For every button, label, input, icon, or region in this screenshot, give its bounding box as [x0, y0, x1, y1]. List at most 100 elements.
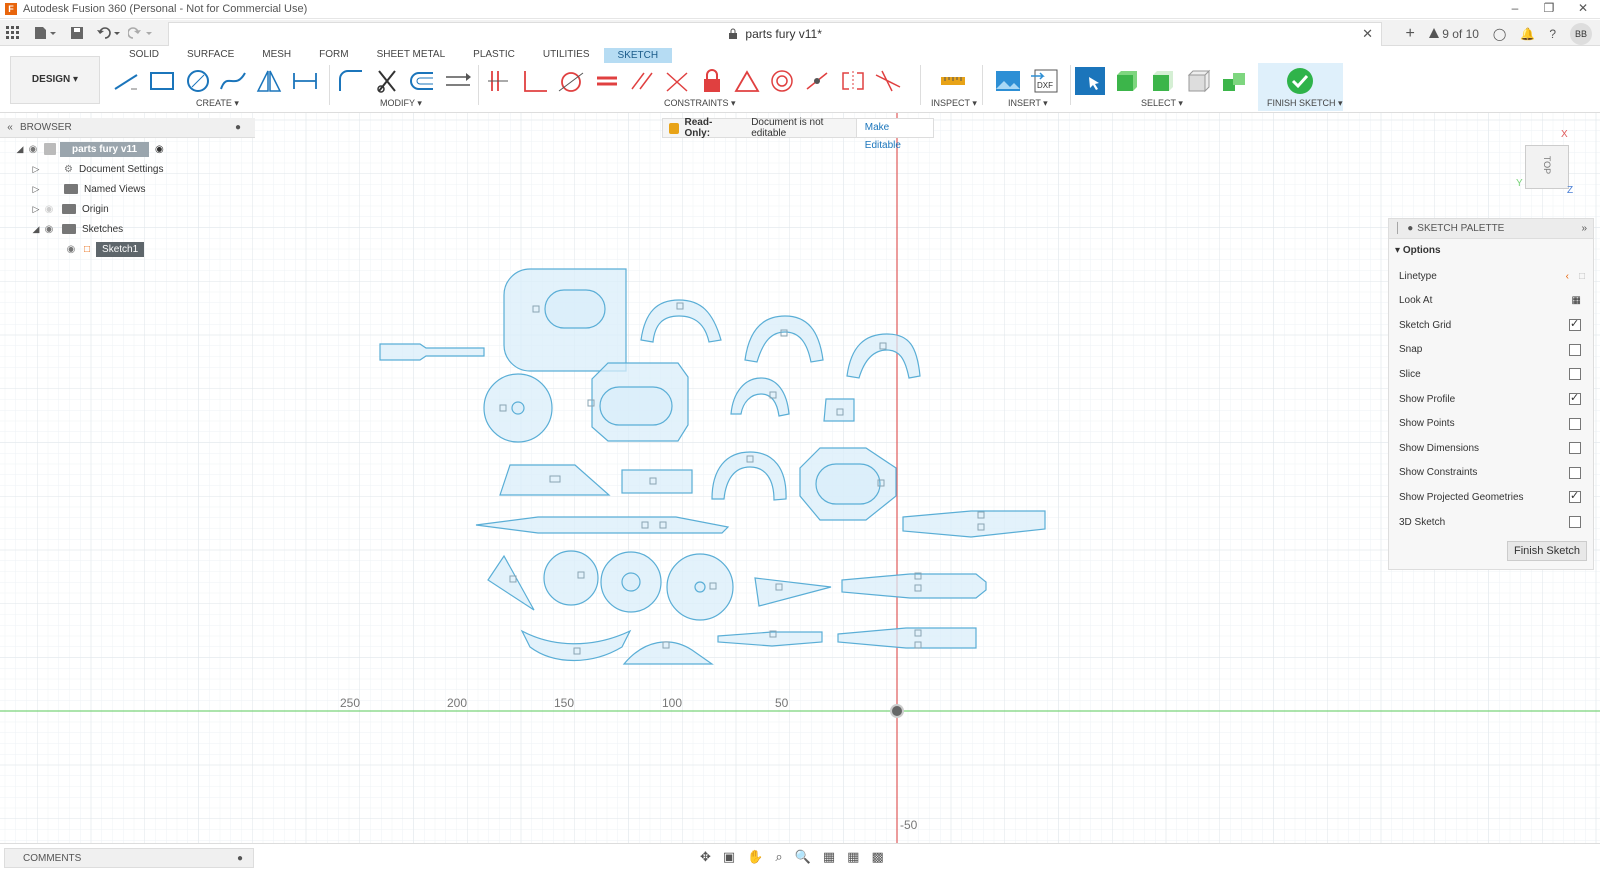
palette-options-section[interactable]: ▾ Options	[1389, 239, 1593, 262]
insert-menu[interactable]: INSERT ▾	[1008, 98, 1048, 109]
document-tab[interactable]: parts fury v11* ✕	[168, 22, 1382, 46]
equal-constraint-icon[interactable]	[592, 67, 622, 95]
tab-sketch[interactable]: SKETCH	[603, 48, 673, 63]
extensions-icon[interactable]: ◯	[1493, 27, 1506, 41]
line-tool-icon[interactable]	[112, 67, 142, 95]
palette-drag-handle-icon[interactable]: │	[1395, 223, 1401, 234]
viewports-icon[interactable]: ▩	[871, 849, 883, 865]
avatar[interactable]: BB	[1570, 23, 1592, 45]
expand-triangle-icon[interactable]: ▷	[30, 184, 42, 195]
offset-tool-icon[interactable]	[408, 67, 438, 95]
collinear-constraint-icon[interactable]	[802, 67, 832, 95]
select-menu[interactable]: SELECT ▾	[1141, 98, 1183, 109]
comments-add-icon[interactable]: ●	[237, 853, 243, 864]
midpoint-constraint-icon[interactable]	[732, 67, 762, 95]
notifications-icon[interactable]: 🔔	[1520, 27, 1535, 41]
palette-option-show-dimensions[interactable]: Show Dimensions	[1399, 439, 1585, 457]
close-window-button[interactable]: ✕	[1566, 0, 1600, 19]
insert-dxf-icon[interactable]: DXF	[1030, 67, 1060, 95]
orbit-icon[interactable]: ✥	[700, 849, 711, 865]
arc-tool-icon[interactable]	[218, 67, 248, 95]
modify-menu[interactable]: MODIFY ▾	[380, 98, 422, 109]
checkbox[interactable]	[1569, 368, 1581, 381]
view-cube-face[interactable]: TOP	[1542, 156, 1552, 174]
checkbox[interactable]	[1569, 466, 1581, 479]
palette-option-3d-sketch[interactable]: 3D Sketch	[1399, 513, 1585, 531]
palette-option-sketch-grid[interactable]: Sketch Grid	[1399, 316, 1585, 334]
undo-icon[interactable]	[96, 23, 122, 43]
new-tab-icon[interactable]: +	[1406, 25, 1415, 43]
tab-sheet-metal[interactable]: SHEET METAL	[363, 47, 460, 63]
collapse-triangle-icon[interactable]: ◢	[14, 144, 26, 155]
display-settings-icon[interactable]: ▦	[823, 849, 835, 865]
checkbox[interactable]	[1569, 391, 1581, 405]
browser-item-origin[interactable]: ▷ ◉ Origin	[30, 199, 109, 219]
job-status[interactable]: 9 of 10	[1428, 27, 1479, 41]
palette-options-icon[interactable]: ●	[1407, 223, 1413, 234]
expand-triangle-icon[interactable]: ▷	[30, 204, 42, 215]
zoom-window-icon[interactable]: 🔍	[795, 849, 811, 865]
browser-item-sketch1[interactable]: ◉ □ Sketch1	[64, 239, 145, 259]
finish-sketch-check-icon[interactable]	[1285, 67, 1315, 95]
parallel-constraint-icon[interactable]	[627, 67, 657, 95]
trim-tool-icon[interactable]	[372, 67, 402, 95]
constraints-menu[interactable]: CONSTRAINTS ▾	[664, 98, 736, 109]
rectangle-tool-icon[interactable]	[147, 67, 177, 95]
mirror-tool-icon[interactable]	[254, 67, 284, 95]
minimize-button[interactable]: –	[1498, 0, 1532, 19]
move-tool-icon[interactable]	[443, 67, 473, 95]
concentric-constraint-icon[interactable]	[767, 67, 797, 95]
palette-option-show-points[interactable]: Show Points	[1399, 415, 1585, 433]
insert-image-icon[interactable]	[993, 67, 1023, 95]
finish-sketch-menu[interactable]: FINISH SKETCH ▾	[1267, 98, 1343, 109]
measure-tool-icon[interactable]	[938, 67, 968, 95]
centerline-linetype-icon[interactable]: □	[1579, 271, 1585, 282]
visibility-eye-icon[interactable]: ◉	[26, 144, 40, 155]
tangent-constraint-icon[interactable]	[556, 67, 586, 95]
fix-constraint-icon[interactable]	[697, 67, 727, 95]
close-tab-button[interactable]: ✕	[1362, 26, 1373, 42]
palette-option-show-projected-geometries[interactable]: Show Projected Geometries	[1399, 488, 1585, 506]
browser-options-icon[interactable]: ●	[235, 122, 241, 133]
restore-button[interactable]: ❐	[1532, 0, 1566, 19]
look-at-icon[interactable]: ▣	[723, 849, 735, 865]
curvature-constraint-icon[interactable]	[873, 67, 903, 95]
checkbox[interactable]	[1569, 442, 1581, 455]
checkbox[interactable]	[1569, 317, 1581, 332]
save-icon[interactable]	[70, 23, 84, 43]
section-collapse-icon[interactable]: ▾	[1395, 245, 1400, 256]
visibility-eye-icon[interactable]: ◉	[42, 224, 56, 235]
help-icon[interactable]: ?	[1549, 27, 1556, 41]
construction-linetype-icon[interactable]: ‹	[1566, 271, 1569, 282]
palette-option-show-profile[interactable]: Show Profile	[1399, 390, 1585, 408]
tab-surface[interactable]: SURFACE	[173, 47, 248, 63]
select-body-icon[interactable]	[1110, 67, 1140, 95]
coincident-constraint-icon[interactable]	[520, 67, 550, 95]
activate-radio-icon[interactable]: ◉	[155, 144, 164, 155]
pan-icon[interactable]: ✋	[747, 849, 763, 865]
make-editable-button[interactable]: Make Editable	[855, 119, 933, 151]
select-face-icon[interactable]	[1146, 67, 1176, 95]
grid-settings-icon[interactable]: ▦	[847, 849, 859, 865]
select-tool-icon[interactable]	[1075, 67, 1105, 95]
browser-item-sketches[interactable]: ◢ ◉ Sketches	[30, 219, 124, 239]
checkbox[interactable]	[1569, 516, 1581, 528]
palette-option-slice[interactable]: Slice	[1399, 365, 1585, 383]
dimension-tool-icon[interactable]	[290, 67, 320, 95]
symmetry-constraint-icon[interactable]	[838, 67, 868, 95]
expand-triangle-icon[interactable]: ▷	[30, 164, 42, 175]
fillet-tool-icon[interactable]	[335, 67, 365, 95]
create-menu[interactable]: CREATE ▾	[196, 98, 239, 109]
redo-icon[interactable]	[128, 23, 154, 43]
browser-item-named-views[interactable]: ▷ Named Views	[30, 179, 146, 199]
file-menu-icon[interactable]	[34, 23, 58, 43]
palette-option-look-at[interactable]: Look At ▦	[1399, 292, 1585, 310]
perpendicular-constraint-icon[interactable]	[662, 67, 692, 95]
palette-option-show-constraints[interactable]: Show Constraints	[1399, 464, 1585, 482]
tab-utilities[interactable]: UTILITIES	[529, 47, 604, 63]
data-panel-icon[interactable]	[6, 23, 20, 43]
collapse-triangle-icon[interactable]: ◢	[30, 224, 42, 235]
zoom-icon[interactable]: ⌕	[775, 849, 782, 865]
finish-sketch-button[interactable]: Finish Sketch	[1506, 541, 1587, 561]
palette-option-snap[interactable]: Snap	[1399, 341, 1585, 359]
